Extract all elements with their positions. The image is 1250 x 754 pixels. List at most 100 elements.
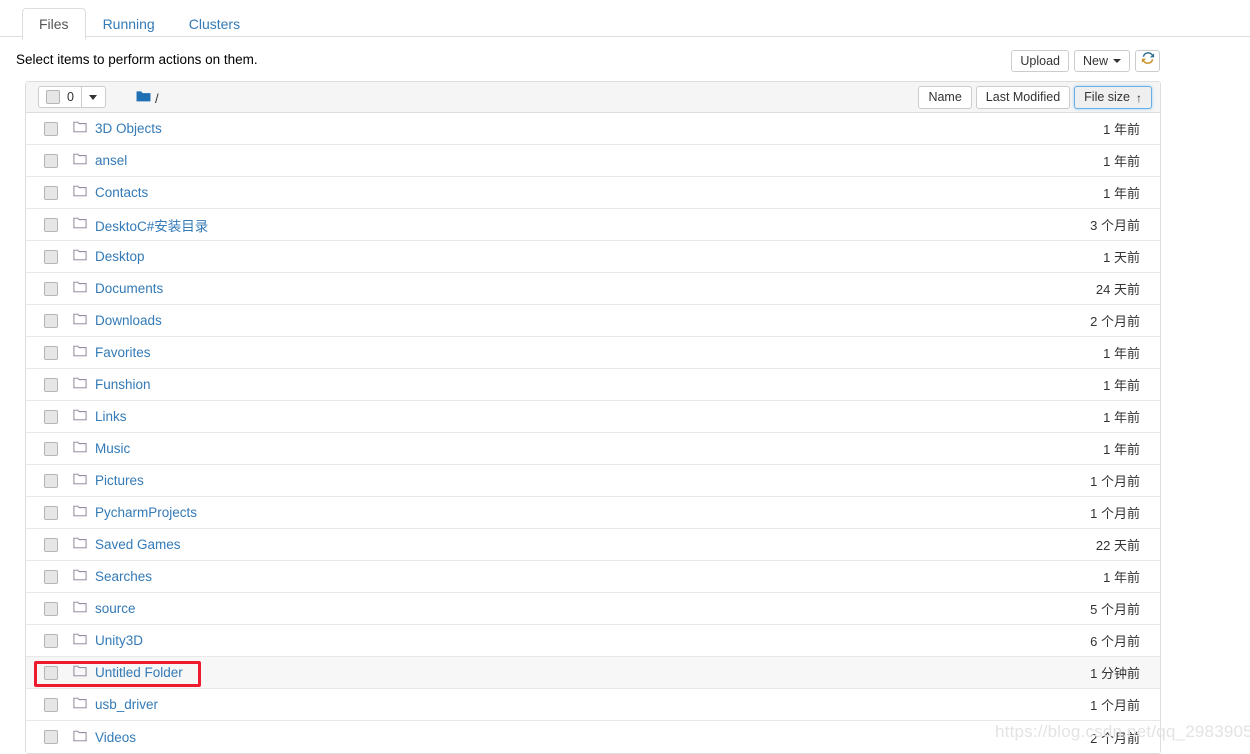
folder-icon bbox=[73, 345, 87, 360]
file-name-link[interactable]: PycharmProjects bbox=[95, 505, 197, 520]
file-modified-time: 2 个月前 bbox=[1090, 314, 1140, 329]
select-all-dropdown-button[interactable] bbox=[81, 86, 106, 108]
file-modified-time: 1 年前 bbox=[1103, 346, 1140, 361]
row-checkbox[interactable] bbox=[44, 441, 58, 456]
table-row[interactable]: PycharmProjects 1 个月前 bbox=[26, 497, 1160, 529]
file-name-link[interactable]: Funshion bbox=[95, 377, 151, 392]
file-actions-toolbar: Upload New bbox=[1011, 50, 1160, 72]
folder-icon bbox=[73, 569, 87, 584]
row-checkbox[interactable] bbox=[44, 345, 58, 360]
file-name-link[interactable]: Downloads bbox=[95, 313, 162, 328]
row-checkbox[interactable] bbox=[44, 730, 58, 744]
new-button-label: New bbox=[1082, 54, 1108, 68]
file-name-link[interactable]: Saved Games bbox=[95, 537, 181, 552]
file-name-link[interactable]: source bbox=[95, 601, 136, 616]
file-name-link[interactable]: Pictures bbox=[95, 473, 144, 488]
row-checkbox[interactable] bbox=[44, 601, 58, 616]
file-name-link[interactable]: Contacts bbox=[95, 185, 148, 200]
select-all-button[interactable]: 0 bbox=[38, 86, 82, 108]
tab-clusters[interactable]: Clusters bbox=[172, 8, 257, 39]
table-row[interactable]: Saved Games 22 天前 bbox=[26, 529, 1160, 561]
file-modified-time: 3 个月前 bbox=[1090, 218, 1140, 233]
file-name-link[interactable]: DesktoC#安装目录 bbox=[95, 215, 208, 235]
sort-ascending-arrow-icon: ↑ bbox=[1136, 90, 1142, 105]
table-row[interactable]: Links 1 年前 bbox=[26, 401, 1160, 433]
row-checkbox[interactable] bbox=[44, 505, 58, 520]
file-name-link[interactable]: Music bbox=[95, 441, 130, 456]
tab-list: Files Running Clusters bbox=[22, 8, 257, 40]
breadcrumb-root[interactable]: / bbox=[155, 91, 159, 106]
sort-button-file-size[interactable]: File size ↑ bbox=[1074, 86, 1152, 109]
refresh-button[interactable] bbox=[1135, 50, 1160, 72]
table-row[interactable]: source 5 个月前 bbox=[26, 593, 1160, 625]
file-name-link[interactable]: 3D Objects bbox=[95, 121, 162, 136]
table-row[interactable]: Downloads 2 个月前 bbox=[26, 305, 1160, 337]
file-modified-time: 1 个月前 bbox=[1090, 506, 1140, 521]
file-modified-time: 1 年前 bbox=[1103, 122, 1140, 137]
select-all-checkbox[interactable] bbox=[46, 90, 60, 104]
table-row[interactable]: Videos 2 个月前 bbox=[26, 721, 1160, 753]
table-row[interactable]: 3D Objects 1 年前 bbox=[26, 113, 1160, 145]
file-modified-time: 1 分钟前 bbox=[1090, 666, 1140, 681]
row-checkbox[interactable] bbox=[44, 377, 58, 392]
row-checkbox[interactable] bbox=[44, 697, 58, 712]
row-checkbox[interactable] bbox=[44, 217, 58, 232]
file-name-link[interactable]: Videos bbox=[95, 730, 136, 745]
tab-files[interactable]: Files bbox=[22, 8, 86, 40]
table-row[interactable]: Searches 1 年前 bbox=[26, 561, 1160, 593]
table-row[interactable]: ansel 1 年前 bbox=[26, 145, 1160, 177]
row-checkbox[interactable] bbox=[44, 537, 58, 552]
table-row[interactable]: Contacts 1 年前 bbox=[26, 177, 1160, 209]
tab-bar: Files Running Clusters bbox=[0, 0, 1250, 40]
file-modified-time: 1 个月前 bbox=[1090, 698, 1140, 713]
upload-button[interactable]: Upload bbox=[1011, 50, 1069, 72]
file-list-header: 0 / Name Last Modified File size ↑ bbox=[26, 82, 1160, 113]
folder-icon bbox=[73, 633, 87, 648]
row-checkbox[interactable] bbox=[44, 313, 58, 328]
folder-icon bbox=[73, 730, 87, 745]
upload-button-label: Upload bbox=[1020, 54, 1060, 68]
table-row[interactable]: Funshion 1 年前 bbox=[26, 369, 1160, 401]
sort-button-name[interactable]: Name bbox=[918, 86, 972, 109]
file-name-link[interactable]: Searches bbox=[95, 569, 152, 584]
folder-icon bbox=[73, 473, 87, 488]
table-row[interactable]: Unity3D 6 个月前 bbox=[26, 625, 1160, 657]
table-row[interactable]: usb_driver 1 个月前 bbox=[26, 689, 1160, 721]
sort-button-group: Name Last Modified File size ↑ bbox=[918, 86, 1152, 109]
file-name-link[interactable]: Desktop bbox=[95, 249, 145, 264]
folder-icon bbox=[73, 249, 87, 264]
new-button[interactable]: New bbox=[1073, 50, 1130, 72]
row-checkbox[interactable] bbox=[44, 121, 58, 136]
file-name-link[interactable]: Untitled Folder bbox=[95, 665, 183, 680]
table-row[interactable]: Untitled Folder 1 分钟前 bbox=[26, 657, 1160, 689]
row-checkbox[interactable] bbox=[44, 473, 58, 488]
table-row[interactable]: Music 1 年前 bbox=[26, 433, 1160, 465]
file-name-link[interactable]: ansel bbox=[95, 153, 127, 168]
folder-icon bbox=[73, 217, 87, 232]
file-name-link[interactable]: Favorites bbox=[95, 345, 151, 360]
file-name-link[interactable]: Links bbox=[95, 409, 127, 424]
row-checkbox[interactable] bbox=[44, 249, 58, 264]
tab-running[interactable]: Running bbox=[86, 8, 172, 39]
table-row[interactable]: Pictures 1 个月前 bbox=[26, 465, 1160, 497]
table-row[interactable]: Documents 24 天前 bbox=[26, 273, 1160, 305]
row-checkbox[interactable] bbox=[44, 185, 58, 200]
row-checkbox[interactable] bbox=[44, 569, 58, 584]
select-all-group: 0 bbox=[38, 86, 106, 108]
row-checkbox[interactable] bbox=[44, 281, 58, 296]
sort-button-last-modified[interactable]: Last Modified bbox=[975, 86, 1071, 109]
file-name-link[interactable]: Documents bbox=[95, 281, 163, 296]
table-row[interactable]: Favorites 1 年前 bbox=[26, 337, 1160, 369]
file-modified-time: 2 个月前 bbox=[1090, 730, 1140, 746]
table-row[interactable]: Desktop 1 天前 bbox=[26, 241, 1160, 273]
file-name-link[interactable]: usb_driver bbox=[95, 697, 158, 712]
sort-button-label: File size bbox=[1084, 90, 1130, 104]
file-modified-time: 1 年前 bbox=[1103, 378, 1140, 393]
row-checkbox[interactable] bbox=[44, 665, 58, 680]
row-checkbox[interactable] bbox=[44, 409, 58, 424]
table-row[interactable]: DesktoC#安装目录 3 个月前 bbox=[26, 209, 1160, 241]
row-checkbox[interactable] bbox=[44, 633, 58, 648]
row-checkbox[interactable] bbox=[44, 153, 58, 168]
file-modified-time: 1 个月前 bbox=[1090, 474, 1140, 489]
file-name-link[interactable]: Unity3D bbox=[95, 633, 143, 648]
